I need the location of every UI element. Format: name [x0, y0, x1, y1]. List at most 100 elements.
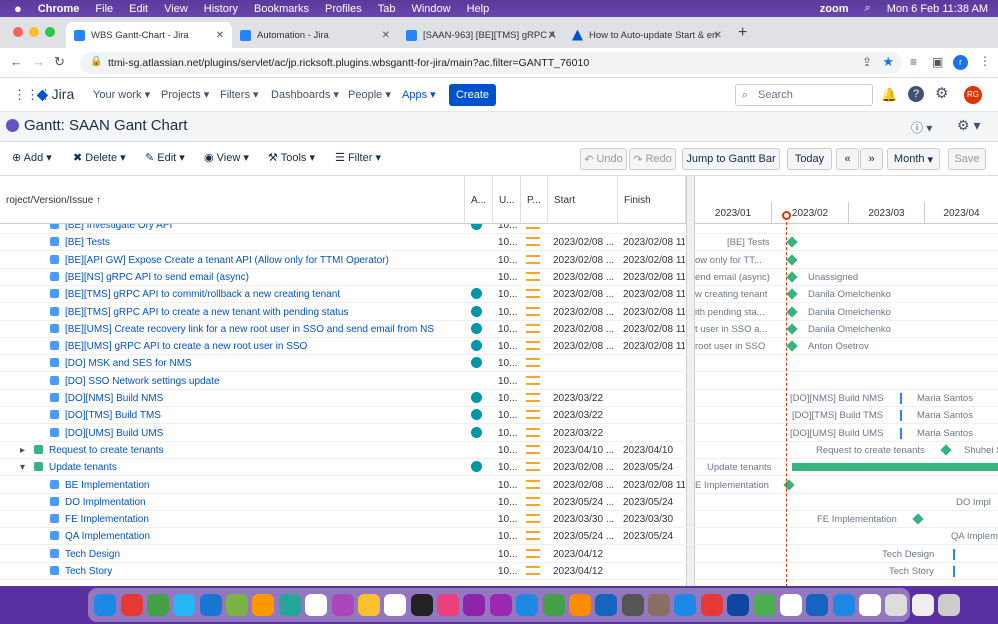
- dock-app-icon[interactable]: [463, 594, 486, 616]
- zoom-status[interactable]: zoom: [820, 3, 849, 15]
- minimize-window-icon[interactable]: [29, 27, 39, 37]
- nav-people[interactable]: People ▾: [348, 88, 391, 101]
- column-header-assignee[interactable]: A...: [465, 176, 493, 224]
- dock-app-icon[interactable]: [938, 594, 961, 616]
- gantt-milestone[interactable]: [786, 253, 798, 266]
- assignee-avatar[interactable]: [471, 286, 482, 303]
- menubar-edit[interactable]: Edit: [129, 3, 148, 15]
- issue-summary-link[interactable]: [DO][TMS] Build TMS: [50, 407, 460, 424]
- dock-app-icon[interactable]: [278, 594, 301, 616]
- lock-icon[interactable]: 🔒: [90, 56, 102, 67]
- gantt-summary-bar[interactable]: [792, 463, 998, 472]
- menubar-tab[interactable]: Tab: [378, 3, 396, 15]
- notifications-icon[interactable]: 🔔: [881, 87, 897, 103]
- dock-app-icon[interactable]: [331, 594, 354, 616]
- issue-summary-link[interactable]: [BE][TMS] gRPC API to commit/rollback a …: [50, 286, 460, 303]
- assignee-avatar[interactable]: [471, 390, 482, 407]
- next-period-button[interactable]: »: [860, 148, 883, 170]
- dock-app-icon[interactable]: [621, 594, 644, 616]
- dock-app-icon[interactable]: [489, 594, 512, 616]
- menubar-view[interactable]: View: [164, 3, 188, 15]
- issue-summary-link[interactable]: Update tenants: [34, 459, 460, 476]
- assignee-avatar[interactable]: [471, 224, 482, 234]
- search-icon[interactable]: ⌕: [865, 2, 871, 15]
- table-row[interactable]: [DO][TMS] Build TMS 10... 2023/03/22 [DO][T…: [0, 407, 998, 425]
- finish-date-cell[interactable]: [623, 355, 685, 372]
- dock-app-icon[interactable]: [648, 594, 671, 616]
- finish-date-cell[interactable]: [623, 390, 685, 407]
- assignee-avatar[interactable]: [471, 407, 482, 424]
- gantt-milestone[interactable]: [786, 288, 798, 300]
- table-row[interactable]: [DO][UMS] Build UMS 10... 2023/03/22 [DO][U…: [0, 425, 998, 442]
- column-header-u[interactable]: U...: [493, 176, 521, 224]
- view-menu-button[interactable]: ◉ View ▾: [204, 151, 249, 164]
- dock-app-icon[interactable]: [568, 594, 591, 616]
- table-row[interactable]: [BE][API GW] Expose Create a tenant API …: [0, 252, 998, 269]
- menubar-bookmarks[interactable]: Bookmarks: [254, 3, 309, 15]
- table-row[interactable]: [BE][TMS] gRPC API to commit/rollback a …: [0, 286, 998, 304]
- issue-summary-link[interactable]: Request to create tenants: [34, 442, 460, 459]
- table-row[interactable]: [BE][TMS] gRPC API to create a new tenan…: [0, 304, 998, 321]
- dock-app-icon[interactable]: [120, 594, 143, 616]
- finish-date-cell[interactable]: [623, 407, 685, 424]
- gantt-milestone[interactable]: [786, 340, 798, 352]
- finish-date-cell[interactable]: [623, 563, 685, 580]
- issue-summary-link[interactable]: FE Implementation: [50, 511, 460, 528]
- edit-menu-button[interactable]: ✎ Edit ▾: [145, 151, 185, 164]
- finish-date-cell[interactable]: 2023/02/08 11:: [623, 286, 685, 303]
- tools-menu-button[interactable]: ⚒ Tools ▾: [268, 151, 315, 164]
- dock-app-icon[interactable]: [94, 594, 117, 616]
- expand-toggle-icon[interactable]: ▸: [20, 442, 25, 459]
- dock-app-icon[interactable]: [595, 594, 618, 616]
- jira-logo[interactable]: ◆ Jira: [37, 86, 74, 103]
- finish-date-cell[interactable]: 2023/02/08 11:: [623, 477, 685, 494]
- finish-date-cell[interactable]: 2023/05/24: [623, 528, 685, 545]
- issue-summary-link[interactable]: [BE] Investigate Ory API: [50, 224, 460, 234]
- address-field[interactable]: 🔒 ttmi-sg.atlassian.net/plugins/servlet/…: [80, 52, 902, 74]
- dock-app-icon[interactable]: [146, 594, 169, 616]
- dock-app-icon[interactable]: [252, 594, 275, 616]
- start-date-cell[interactable]: 2023/02/08 ...: [553, 269, 614, 286]
- close-icon[interactable]: ✕: [548, 30, 556, 41]
- help-circle-icon[interactable]: ⓘ ▾: [911, 119, 932, 136]
- finish-date-cell[interactable]: 2023/02/08 11:: [623, 338, 685, 355]
- gantt-bar-marker[interactable]: [900, 393, 902, 404]
- menubar-help[interactable]: Help: [467, 3, 490, 15]
- nav-filters[interactable]: Filters ▾: [220, 88, 259, 101]
- start-date-cell[interactable]: 2023/05/24 ...: [553, 528, 614, 545]
- today-button[interactable]: Today: [787, 148, 832, 170]
- gantt-milestone[interactable]: [786, 236, 798, 248]
- gantt-bar-marker[interactable]: [953, 566, 955, 577]
- forward-icon[interactable]: →: [32, 54, 45, 69]
- finish-date-cell[interactable]: 2023/05/24: [623, 494, 685, 511]
- dock-app-icon[interactable]: [700, 594, 723, 616]
- dock-app-icon[interactable]: [173, 594, 196, 616]
- start-date-cell[interactable]: 2023/02/08 ...: [553, 477, 614, 494]
- table-row[interactable]: [BE] Investigate Ory API 10...: [0, 224, 998, 234]
- start-date-cell[interactable]: 2023/03/30 ...: [553, 511, 614, 528]
- column-header-start[interactable]: Start: [548, 176, 618, 224]
- redo-button[interactable]: ↷ Redo: [629, 148, 676, 170]
- search-input[interactable]: ⌕ Search: [735, 84, 873, 106]
- issue-summary-link[interactable]: Tech Design: [50, 546, 460, 563]
- gantt-milestone[interactable]: [940, 444, 952, 456]
- start-date-cell[interactable]: 2023/02/08 ...: [553, 234, 614, 251]
- delete-menu-button[interactable]: ✖ Delete ▾: [73, 151, 126, 164]
- gantt-milestone[interactable]: [786, 305, 798, 318]
- finish-date-cell[interactable]: 2023/02/08 11:: [623, 234, 685, 251]
- table-row[interactable]: QA Implementation 10... 2023/05/24 ... 2023…: [0, 528, 998, 546]
- user-avatar[interactable]: RG: [964, 86, 982, 104]
- table-row[interactable]: [BE][NS] gRPC API to send email (async) 1…: [0, 269, 998, 286]
- issue-summary-link[interactable]: [BE][UMS] Create recovery link for a new…: [50, 321, 460, 338]
- scale-select[interactable]: Month ▾: [887, 148, 940, 170]
- gantt-milestone[interactable]: [912, 513, 924, 525]
- start-date-cell[interactable]: 2023/04/12: [553, 563, 603, 580]
- issue-summary-link[interactable]: [DO] SSO Network settings update: [50, 373, 460, 390]
- chrome-menu-icon[interactable]: ⋮: [979, 54, 991, 68]
- help-icon[interactable]: ?: [908, 86, 924, 102]
- dock-app-icon[interactable]: [674, 594, 697, 616]
- issue-summary-link[interactable]: [DO][UMS] Build UMS: [50, 425, 460, 442]
- maximize-window-icon[interactable]: [45, 27, 55, 37]
- table-row[interactable]: [BE] Tests 10... 2023/02/08 ... 2023/02/08 …: [0, 234, 998, 252]
- gantt-bar-marker[interactable]: [900, 410, 902, 422]
